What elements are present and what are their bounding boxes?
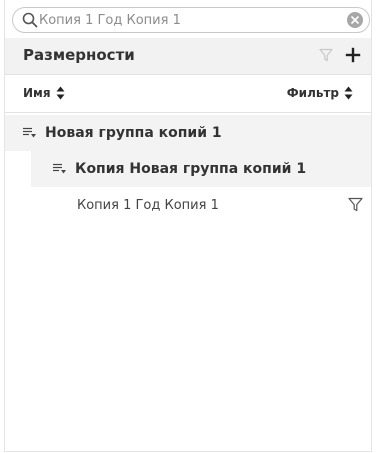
tree-row-group[interactable]: Новая группа копий 1 [5, 115, 371, 151]
search-box[interactable] [12, 7, 370, 33]
sort-icon [56, 86, 65, 100]
filter-icon[interactable] [319, 48, 333, 62]
column-filter-label: Фильтр [286, 86, 339, 100]
search-input[interactable] [39, 10, 339, 30]
column-name-label: Имя [23, 86, 51, 100]
sort-icon [344, 86, 353, 100]
filter-icon[interactable] [348, 197, 363, 212]
tree-row-item[interactable]: Копия 1 Год Копия 1 [5, 187, 371, 223]
tree-row-label: Копия Новая группа копий 1 [75, 161, 307, 177]
tree-row-subgroup[interactable]: Копия Новая группа копий 1 [31, 151, 371, 187]
column-filter-header[interactable]: Фильтр [287, 86, 353, 100]
plus-icon[interactable] [345, 47, 361, 63]
dimensions-panel: Размерности Имя Фильтр [4, 0, 372, 452]
panel-header: Размерности [5, 38, 371, 75]
group-list-icon[interactable] [23, 127, 37, 139]
tree-row-label: Новая группа копий 1 [45, 125, 222, 141]
group-list-icon[interactable] [53, 163, 67, 175]
clear-search-button[interactable] [347, 12, 363, 28]
column-headers: Имя Фильтр [5, 75, 371, 113]
tree-row-label: Копия 1 Год Копия 1 [77, 197, 219, 213]
search-icon [22, 12, 38, 28]
clear-icon [351, 16, 359, 24]
panel-title: Размерности [23, 46, 135, 64]
column-name-header[interactable]: Имя [23, 86, 65, 100]
